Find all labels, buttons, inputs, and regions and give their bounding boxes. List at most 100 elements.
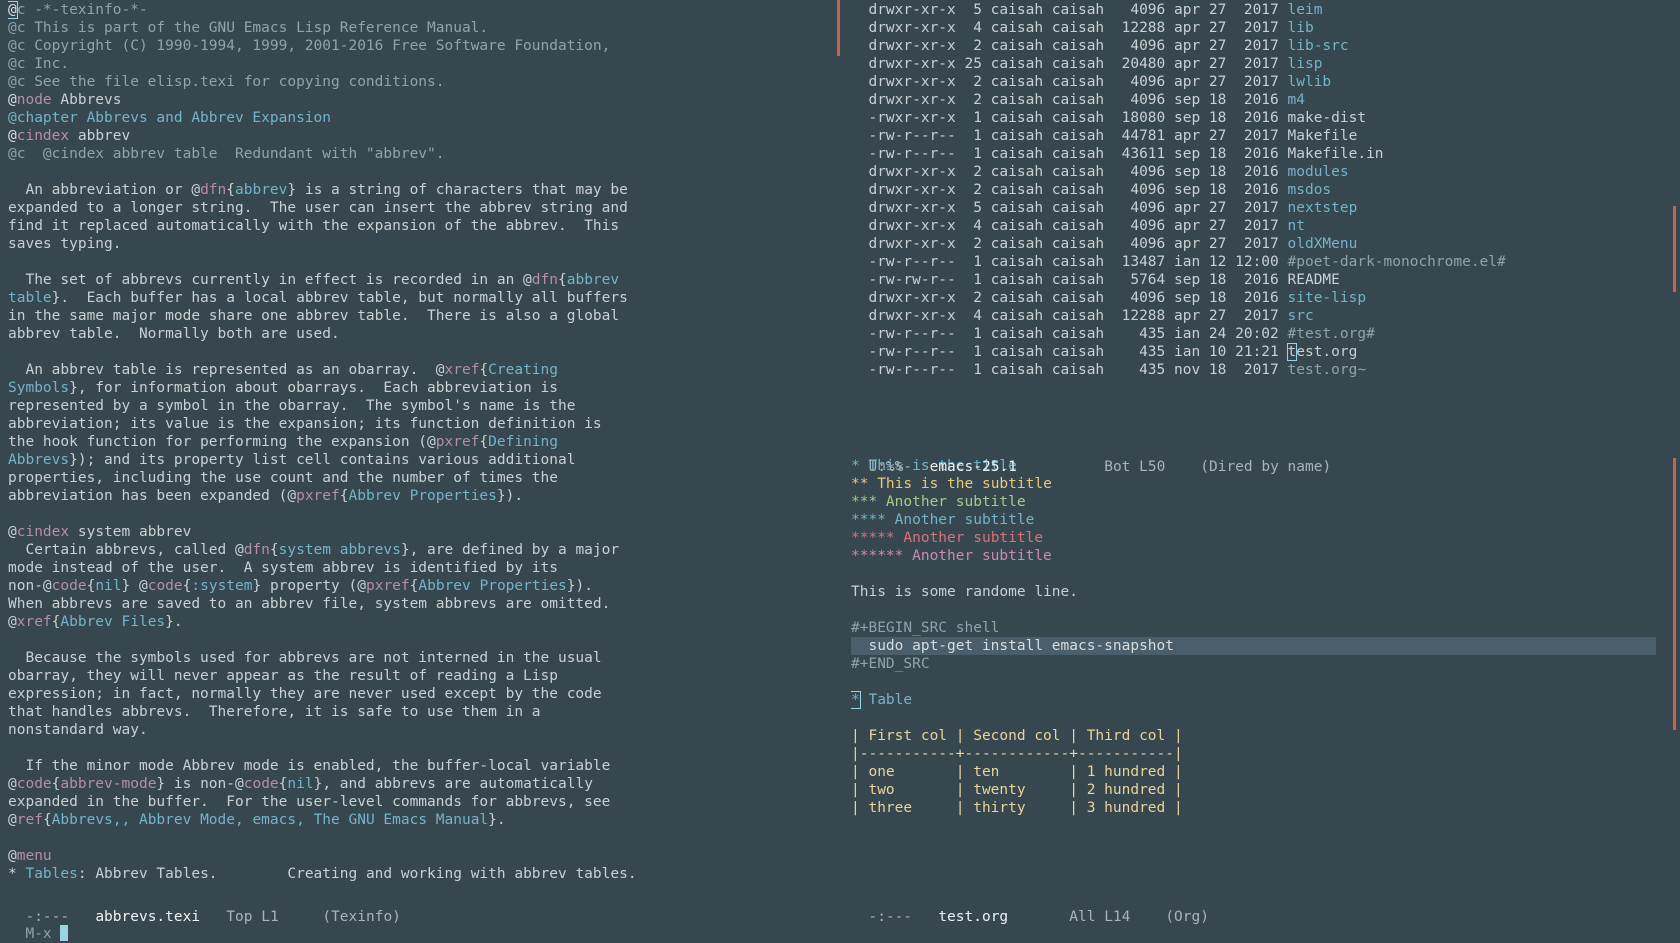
dired-file-name[interactable]: Makefile.in [1288, 146, 1384, 162]
dired-entry[interactable]: drwxr-xr-x 5 caisah caisah 4096 apr 27 2… [851, 1, 1676, 19]
dired-directory-name[interactable]: leim [1288, 2, 1323, 18]
texinfo-line: @ref{Abbrevs,, Abbrev Mode, emacs, The G… [8, 811, 838, 829]
texinfo-text-span: Certain abbrevs, called @ [8, 542, 244, 558]
dired-directory-name[interactable]: oldXMenu [1288, 236, 1358, 252]
dired-entry-meta: -rw-r--r-- 1 caisah caisah 13487 ian 12 … [851, 254, 1288, 270]
org-heading-level-4[interactable]: **** Another subtitle [851, 511, 1656, 529]
dired-directory-name[interactable]: lib-src [1288, 38, 1349, 54]
texinfo-key-span: code [147, 578, 183, 594]
texinfo-link-span: nil [287, 776, 314, 792]
dired-entry[interactable]: -rwxr-xr-x 1 caisah caisah 18080 sep 18 … [851, 109, 1676, 127]
dired-entry[interactable]: drwxr-xr-x 4 caisah caisah 12288 apr 27 … [851, 19, 1676, 37]
dired-entry[interactable]: drwxr-xr-x 2 caisah caisah 4096 sep 18 2… [851, 181, 1676, 199]
org-table-header: | First col | Second col | Third col | [851, 728, 1183, 744]
texinfo-key-span: ref [16, 812, 43, 828]
texinfo-line: @c -*-texinfo-*- [8, 1, 838, 19]
dired-entry[interactable]: drwxr-xr-x 4 caisah caisah 12288 apr 27 … [851, 307, 1676, 325]
dired-directory-name[interactable]: modules [1288, 164, 1349, 180]
dired-directory-name[interactable]: lib [1288, 20, 1314, 36]
dired-file-name[interactable]: #poet-dark-monochrome.el# [1288, 254, 1506, 270]
org-heading-level-6[interactable]: ****** Another subtitle [851, 547, 1656, 565]
dired-entry[interactable]: -rw-r--r-- 1 caisah caisah 435 nov 18 20… [851, 361, 1676, 379]
src-block-body: sudo apt-get install emacs-snapshot [851, 637, 1656, 655]
dired-file-name[interactable]: make-dist [1288, 110, 1367, 126]
dired-directory-name[interactable]: m4 [1288, 92, 1305, 108]
dired-entry[interactable]: drwxr-xr-x 2 caisah caisah 4096 apr 27 2… [851, 235, 1676, 253]
dired-entry-meta: drwxr-xr-x 2 caisah caisah 4096 sep 18 2… [851, 290, 1288, 306]
dired-entry[interactable]: -rw-r--r-- 1 caisah caisah 435 ian 10 21… [851, 343, 1676, 361]
texinfo-line: mode instead of the user. A system abbre… [8, 559, 838, 577]
texinfo-text-span: } @ [121, 578, 148, 594]
texinfo-line: @node Abbrevs [8, 91, 838, 109]
dired-directory-name[interactable]: nt [1288, 218, 1305, 234]
dired-file-name[interactable]: test.org~ [1288, 362, 1367, 378]
texinfo-buffer[interactable]: @c -*-texinfo-*- @c This is part of the G… [8, 1, 838, 888]
dired-entry[interactable]: -rw-r--r-- 1 caisah caisah 44781 apr 27 … [851, 127, 1676, 145]
org-buffer[interactable]: * This is the title ** This is the subtit… [851, 457, 1656, 887]
texinfo-line: @c See the file elisp.texi for copying c… [8, 73, 838, 91]
org-table-separator: |-----------+------------+-----------| [851, 746, 1183, 762]
texinfo-link-span: Creating [488, 362, 558, 378]
dired-entry[interactable]: drwxr-xr-x 2 caisah caisah 4096 sep 18 2… [851, 289, 1676, 307]
dired-directory-name[interactable]: msdos [1288, 182, 1332, 198]
texinfo-comment-span: c -*-texinfo-*- [16, 2, 148, 18]
dired-file-name[interactable]: README [1288, 272, 1340, 288]
texinfo-key-span: pxref [435, 434, 480, 450]
dired-directory-name[interactable]: site-lisp [1288, 290, 1367, 306]
texinfo-text-span: }. [488, 812, 506, 828]
org-table-row: | three | thirty | 3 hundred | [851, 800, 1183, 816]
dired-entry-meta: drwxr-xr-x 4 caisah caisah 12288 apr 27 … [851, 308, 1288, 324]
org-modeline[interactable]: -:--- test.org All L14 (Org) [851, 890, 1676, 925]
dired-scrollbar-indicator[interactable] [1673, 206, 1676, 292]
texinfo-line: abbreviation; its value is the expansion… [8, 415, 838, 433]
minibuffer[interactable]: M-x [8, 907, 1668, 942]
dired-directory-name[interactable]: lwlib [1288, 74, 1332, 90]
dired-entry-meta: drwxr-xr-x 2 caisah caisah 4096 sep 18 2… [851, 164, 1288, 180]
dired-directory-name[interactable]: lisp [1288, 56, 1323, 72]
org-heading-level-5[interactable]: ***** Another subtitle [851, 529, 1656, 547]
texinfo-text-span: : Abbrev Tables. Creating and working wi… [77, 866, 637, 882]
src-block-begin: #+BEGIN_SRC shell [851, 620, 1000, 636]
texinfo-text-span: mode instead of the user. A system abbre… [8, 560, 558, 576]
dired-entry[interactable]: drwxr-xr-x 2 caisah caisah 4096 apr 27 2… [851, 37, 1676, 55]
texinfo-text-span: expanded in the buffer. For the user-lev… [8, 794, 611, 810]
texinfo-text-span: { [226, 182, 235, 198]
dired-entry[interactable]: -rw-r--r-- 1 caisah caisah 13487 ian 12 … [851, 253, 1676, 271]
texinfo-key-span: pxref [365, 578, 410, 594]
dired-entry[interactable]: drwxr-xr-x 2 caisah caisah 4096 sep 18 2… [851, 163, 1676, 181]
dired-entry[interactable]: -rw-r--r-- 1 caisah caisah 435 ian 24 20… [851, 325, 1676, 343]
dired-entry[interactable]: drwxr-xr-x 25 caisah caisah 20480 apr 27… [851, 55, 1676, 73]
org-heading-level-2[interactable]: ** This is the subtitle [851, 475, 1656, 493]
texinfo-line: saves typing. [8, 235, 838, 253]
org-scrollbar-indicator[interactable] [1673, 458, 1676, 730]
texinfo-line: nonstandard way. [8, 721, 838, 739]
dired-buffer[interactable]: drwxr-xr-x 5 caisah caisah 4096 apr 27 2… [851, 1, 1676, 441]
texinfo-line [8, 253, 838, 271]
dired-entry-meta: drwxr-xr-x 25 caisah caisah 20480 apr 27… [851, 56, 1288, 72]
dired-entry[interactable]: drwxr-xr-x 2 caisah caisah 4096 sep 18 2… [851, 91, 1676, 109]
texinfo-line: An abbrev table is represented as an oba… [8, 361, 838, 379]
org-heading-stars: ** [851, 476, 878, 492]
dired-file-name[interactable]: Makefile [1288, 128, 1358, 144]
dired-modeline[interactable]: U:%%- emacs-25.1 Bot L50 (Dired by name) [851, 440, 1676, 475]
org-heading-level-3[interactable]: *** Another subtitle [851, 493, 1656, 511]
dired-entry[interactable]: drwxr-xr-x 5 caisah caisah 4096 apr 27 2… [851, 199, 1676, 217]
texinfo-text-span: find it replaced automatically with the … [8, 218, 620, 234]
texinfo-modeline[interactable]: -:--- abbrevs.texi Top L1 (Texinfo) [8, 890, 838, 925]
dired-directory-name[interactable]: src [1288, 308, 1314, 324]
dired-file-name[interactable]: test.org [1286, 343, 1357, 361]
org-heading-text: This is the subtitle [877, 476, 1052, 492]
modeline-position: Bot L50 [1104, 459, 1166, 475]
texinfo-line: Because the symbols used for abbrevs are… [8, 649, 838, 667]
dired-entry[interactable]: -rw-r--r-- 1 caisah caisah 43611 sep 18 … [851, 145, 1676, 163]
dired-entry[interactable]: drwxr-xr-x 4 caisah caisah 4096 apr 27 2… [851, 217, 1676, 235]
texinfo-text-span: An abbrev table is represented as an oba… [8, 362, 445, 378]
dired-file-name[interactable]: #test.org# [1288, 326, 1375, 342]
dired-entry[interactable]: -rw-rw-r-- 1 caisah caisah 5764 sep 18 2… [851, 271, 1676, 289]
org-table-heading[interactable]: * Table [851, 691, 1656, 709]
dired-directory-name[interactable]: nextstep [1288, 200, 1358, 216]
dired-entry[interactable]: drwxr-xr-x 2 caisah caisah 4096 apr 27 2… [851, 73, 1676, 91]
left-scrollbar-indicator[interactable] [837, 0, 840, 56]
modeline-mode: (Dired by name) [1200, 459, 1332, 475]
